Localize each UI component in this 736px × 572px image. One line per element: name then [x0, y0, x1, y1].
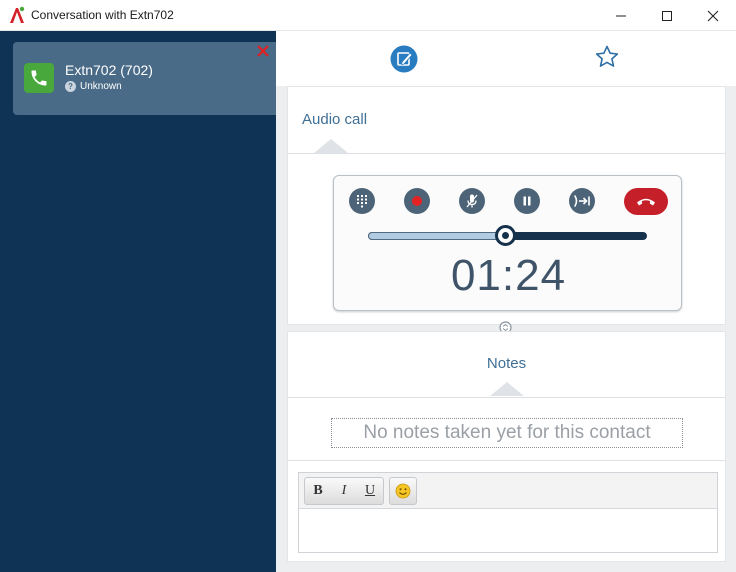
hangup-button[interactable] [624, 188, 668, 215]
slider-fill [368, 232, 505, 240]
close-window-button[interactable] [690, 0, 736, 31]
contact-status-label: Unknown [80, 81, 122, 92]
contact-name: Extn702 (702) [65, 62, 153, 78]
section-divider [288, 397, 725, 398]
phone-icon [24, 63, 54, 93]
minimize-icon [616, 15, 626, 16]
audio-call-panel: Audio call 01:24 [287, 86, 726, 325]
hangup-icon [637, 198, 655, 205]
edit-notes-icon[interactable] [390, 45, 418, 73]
pause-button[interactable] [514, 188, 540, 214]
transfer-button[interactable] [569, 188, 595, 214]
notes-text-area[interactable] [299, 509, 717, 552]
notes-title: Notes [486, 355, 527, 372]
dialpad-icon [357, 195, 367, 208]
conversation-sidebar: Extn702 (702) ? Unknown [0, 31, 276, 572]
notes-empty-message: No notes taken yet for this contact [331, 418, 683, 448]
maximize-button[interactable] [644, 0, 690, 31]
app-logo-icon [10, 6, 25, 23]
conversation-toolbar [276, 31, 736, 86]
audio-call-title: Audio call [302, 111, 368, 128]
editor-toolbar: B I U [299, 473, 717, 509]
close-icon [707, 10, 719, 21]
call-timer: 01:24 [450, 251, 567, 300]
pause-icon [523, 196, 531, 206]
italic-button[interactable]: I [331, 478, 357, 504]
mute-button[interactable] [459, 188, 485, 214]
section-divider [288, 153, 725, 154]
record-button[interactable] [404, 188, 430, 214]
section-divider [288, 460, 725, 461]
minimize-button[interactable] [598, 0, 644, 31]
record-icon [412, 196, 422, 206]
question-icon: ? [65, 81, 76, 92]
contact-status: ? Unknown [65, 81, 122, 92]
star-icon[interactable] [594, 44, 620, 70]
notes-panel: Notes No notes taken yet for this contac… [287, 331, 726, 562]
dialpad-button[interactable] [349, 188, 375, 214]
underline-button[interactable]: U [357, 478, 383, 504]
contact-card[interactable]: Extn702 (702) ? Unknown [13, 42, 276, 115]
window-title: Conversation with Extn702 [31, 8, 174, 22]
bold-button[interactable]: B [305, 478, 331, 504]
smiley-icon [395, 483, 411, 499]
title-bar: Conversation with Extn702 [0, 0, 736, 31]
tab-pointer [490, 382, 524, 396]
slider-thumb[interactable] [494, 225, 516, 246]
transfer-icon [574, 195, 590, 207]
emoji-button[interactable] [389, 477, 417, 505]
format-button-group: B I U [304, 477, 384, 505]
tab-pointer [314, 139, 348, 153]
main-panel: Audio call 01:24 Notes No notes taken ye… [276, 31, 736, 572]
notes-editor: B I U [298, 472, 718, 553]
mute-microphone-icon [466, 194, 478, 208]
call-controls: 01:24 [333, 175, 682, 311]
close-contact-icon[interactable] [256, 44, 270, 58]
maximize-icon [662, 10, 672, 21]
